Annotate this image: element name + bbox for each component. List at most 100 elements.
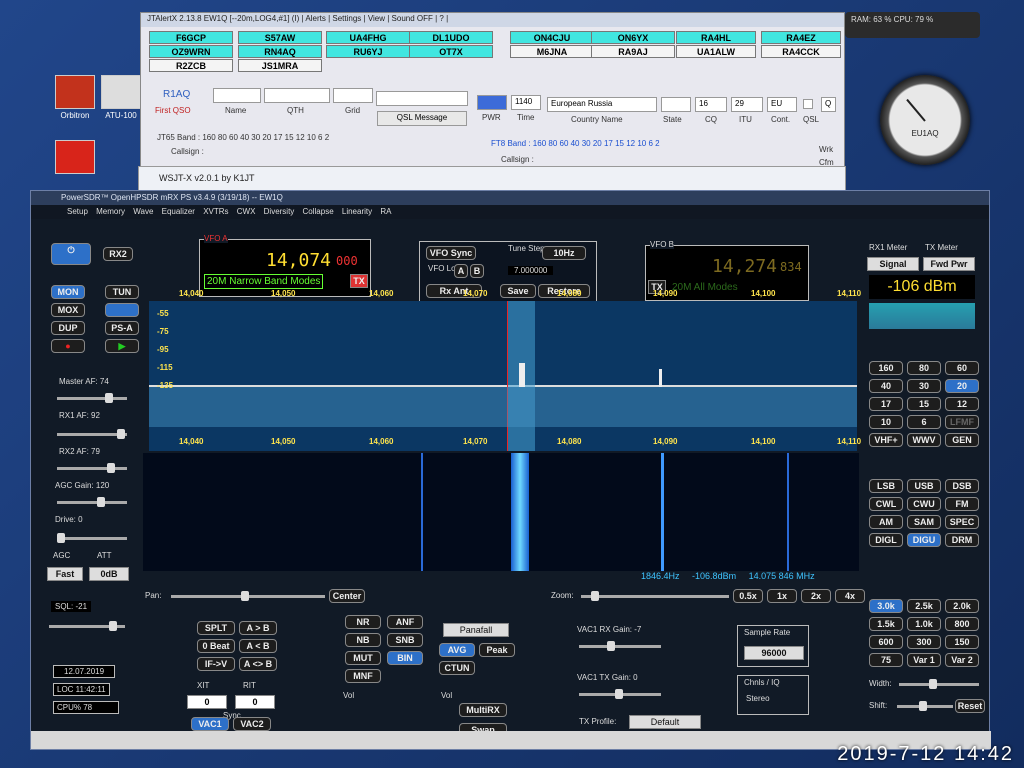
mode-button-dsb[interactable]: DSB bbox=[945, 479, 979, 493]
dsp-button[interactable]: A <> B bbox=[239, 657, 277, 671]
filter-button[interactable]: 75 bbox=[869, 653, 903, 667]
pwr-field[interactable] bbox=[477, 95, 507, 110]
callsign-cell[interactable]: RA4HL bbox=[676, 31, 756, 44]
filter-button[interactable]: 150 bbox=[945, 635, 979, 649]
spectrum-panel[interactable] bbox=[149, 301, 857, 451]
callsign-cell[interactable]: JS1MRA bbox=[238, 59, 322, 72]
width-slider[interactable] bbox=[899, 679, 979, 689]
callsign-cell[interactable]: R2ZCB bbox=[149, 59, 233, 72]
save-button[interactable]: Save bbox=[500, 284, 536, 298]
lock-a-button[interactable]: A bbox=[454, 264, 468, 278]
rx2-button[interactable]: RX2 bbox=[103, 247, 133, 261]
callsign-cell[interactable]: F6GCP bbox=[149, 31, 233, 44]
callsign-cell[interactable]: RN4AQ bbox=[238, 45, 322, 58]
callsign-cell[interactable]: RA9AJ bbox=[591, 45, 675, 58]
vac1-tx-slider[interactable] bbox=[579, 689, 661, 699]
mode-button-fm[interactable]: FM bbox=[945, 497, 979, 511]
filter-button[interactable]: 2.5k bbox=[907, 599, 941, 613]
country-select[interactable]: European Russia bbox=[547, 97, 657, 112]
power-button[interactable]: ⏻ bbox=[51, 243, 91, 265]
agc-gain-slider[interactable] bbox=[57, 497, 127, 507]
mode-button-digl[interactable]: DIGL bbox=[869, 533, 903, 547]
rx1-meter-select[interactable]: Signal bbox=[867, 257, 919, 271]
filter-button[interactable]: 800 bbox=[945, 617, 979, 631]
waterfall-panel[interactable] bbox=[143, 453, 859, 571]
dsp-button[interactable]: 0 Beat bbox=[197, 639, 235, 653]
zoom-button[interactable]: 0.5x bbox=[733, 589, 763, 603]
callsign-cell[interactable]: RA4EZ bbox=[761, 31, 841, 44]
mode-button-cwu[interactable]: CWU bbox=[907, 497, 941, 511]
callsign-cell[interactable]: DL1UDO bbox=[409, 31, 493, 44]
center-button[interactable]: Center bbox=[329, 589, 365, 603]
tx-profile-select[interactable]: Default bbox=[629, 715, 701, 729]
vac2-button[interactable]: VAC2 bbox=[233, 717, 271, 731]
callsign-cell[interactable]: OZ9WRN bbox=[149, 45, 233, 58]
mox-button[interactable]: MOX bbox=[51, 303, 85, 317]
band-button-80[interactable]: 80 bbox=[907, 361, 941, 375]
peak-button[interactable]: Peak bbox=[479, 643, 515, 657]
shift-slider[interactable] bbox=[897, 701, 953, 711]
dsp-toggle-mut[interactable]: MUT bbox=[345, 651, 381, 665]
band-button-30[interactable]: 30 bbox=[907, 379, 941, 393]
filter-button[interactable]: Var 2 bbox=[945, 653, 979, 667]
qsl-checkbox[interactable] bbox=[803, 99, 813, 109]
zoom-button[interactable]: 4x bbox=[835, 589, 865, 603]
callsign-cell[interactable]: ON6YX bbox=[591, 31, 675, 44]
band-button-10[interactable]: 10 bbox=[869, 415, 903, 429]
band-button-17[interactable]: 17 bbox=[869, 397, 903, 411]
band-button-lfmf[interactable]: LFMF bbox=[945, 415, 979, 429]
band-button-60[interactable]: 60 bbox=[945, 361, 979, 375]
sql-slider[interactable] bbox=[49, 621, 125, 631]
blank-button[interactable] bbox=[105, 303, 139, 317]
band-button-6[interactable]: 6 bbox=[907, 415, 941, 429]
zoom-button[interactable]: 1x bbox=[767, 589, 797, 603]
filter-button[interactable]: 2.0k bbox=[945, 599, 979, 613]
callsign-cell[interactable]: S57AW bbox=[238, 31, 322, 44]
dsp-toggle-anf[interactable]: ANF bbox=[387, 615, 423, 629]
mode-button-usb[interactable]: USB bbox=[907, 479, 941, 493]
filter-button[interactable]: 600 bbox=[869, 635, 903, 649]
mode-button-lsb[interactable]: LSB bbox=[869, 479, 903, 493]
mode-button-am[interactable]: AM bbox=[869, 515, 903, 529]
mode-button-cwl[interactable]: CWL bbox=[869, 497, 903, 511]
callsign-cell[interactable]: RU6YJ bbox=[326, 45, 410, 58]
band-button-160[interactable]: 160 bbox=[869, 361, 903, 375]
callsign-cell[interactable]: M6JNA bbox=[510, 45, 594, 58]
mode-button-spec[interactable]: SPEC bbox=[945, 515, 979, 529]
q-button[interactable]: Q bbox=[821, 97, 836, 112]
vfo-sync-button[interactable]: VFO Sync bbox=[426, 246, 476, 260]
record-button[interactable]: ● bbox=[51, 339, 85, 353]
psdr-menu[interactable]: Setup Memory Wave Equalizer XVTRs CWX Di… bbox=[31, 205, 989, 219]
qsl-message-button[interactable]: QSL Message bbox=[377, 111, 467, 126]
mode-button-digu[interactable]: DIGU bbox=[907, 533, 941, 547]
mode-button-drm[interactable]: DRM bbox=[945, 533, 979, 547]
dsp-toggle-bin[interactable]: BIN bbox=[387, 651, 423, 665]
rx2-af-slider[interactable] bbox=[57, 463, 127, 473]
grid-field[interactable] bbox=[333, 88, 373, 103]
dsp-button[interactable]: SPLT bbox=[197, 621, 235, 635]
callsign-cell[interactable]: RA4CCK bbox=[761, 45, 841, 58]
drive-slider[interactable] bbox=[57, 533, 127, 543]
filter-button[interactable]: 1.5k bbox=[869, 617, 903, 631]
psdr-title[interactable]: PowerSDR™ OpenHPSDR mRX PS v3.4.9 (3/19/… bbox=[31, 191, 989, 205]
state-select[interactable] bbox=[661, 97, 691, 112]
display-mode-select[interactable]: Panafall bbox=[443, 623, 509, 637]
tx-meter-select[interactable]: Fwd Pwr bbox=[923, 257, 975, 271]
filter-button[interactable]: 1.0k bbox=[907, 617, 941, 631]
play-button[interactable]: ▶ bbox=[105, 339, 139, 353]
dsp-toggle-nb[interactable]: NB bbox=[345, 633, 381, 647]
band-button-wwv[interactable]: WWV bbox=[907, 433, 941, 447]
band-button-40[interactable]: 40 bbox=[869, 379, 903, 393]
vac1-rx-slider[interactable] bbox=[579, 641, 661, 651]
mode-button-sam[interactable]: SAM bbox=[907, 515, 941, 529]
rx1-af-slider[interactable] bbox=[57, 429, 127, 439]
sample-rate-select[interactable]: 96000 bbox=[744, 646, 804, 660]
callsign-cell[interactable]: ON4CJU bbox=[510, 31, 594, 44]
lock-b-button[interactable]: B bbox=[470, 264, 484, 278]
filter-button[interactable]: 300 bbox=[907, 635, 941, 649]
callsign-cell[interactable]: OT7X bbox=[409, 45, 493, 58]
multirx-button[interactable]: MultiRX bbox=[459, 703, 507, 717]
vac1-button[interactable]: VAC1 bbox=[191, 717, 229, 731]
psa-button[interactable]: PS-A bbox=[105, 321, 139, 335]
agc-select[interactable]: Fast bbox=[47, 567, 83, 581]
